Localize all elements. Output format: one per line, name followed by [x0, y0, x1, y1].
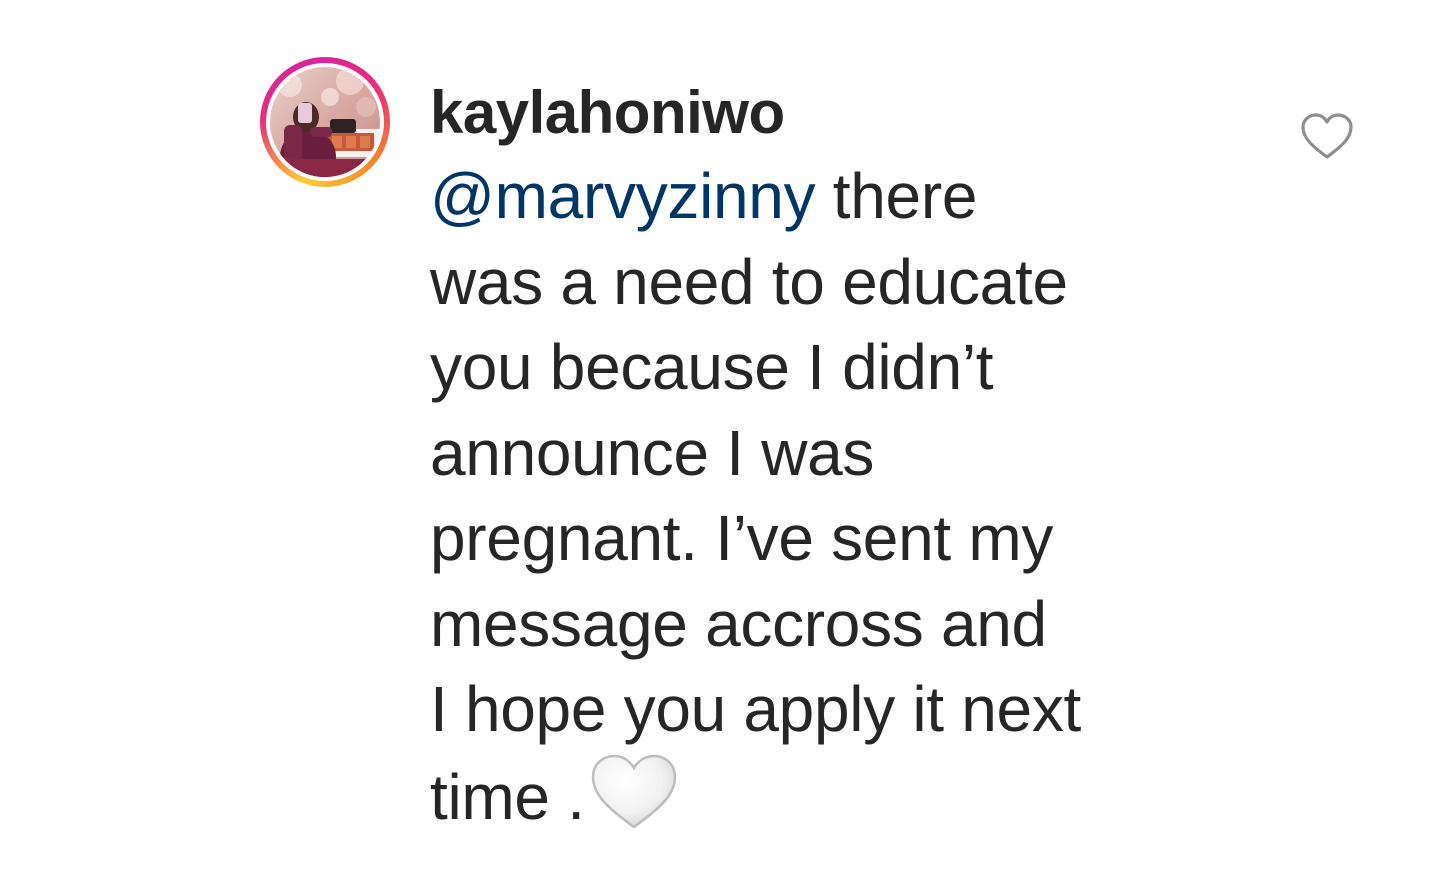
- comment-line: I hope you apply it next: [430, 673, 1082, 745]
- avatar-photo: [270, 67, 380, 177]
- comment-line: announce I was: [430, 416, 875, 489]
- comment-line: there: [815, 160, 978, 232]
- comment-text: @marvyzinny there was a need to educate yo…: [430, 154, 1220, 852]
- comment-username[interactable]: kaylahoniwo: [430, 76, 1220, 150]
- comment-mention[interactable]: @marvyzinny: [430, 160, 816, 232]
- comment-item: kaylahoniwo @marvyzinny there was a need …: [0, 0, 1440, 877]
- comment-body: kaylahoniwo @marvyzinny there was a need …: [430, 76, 1220, 852]
- like-comment-button[interactable]: [1300, 112, 1354, 162]
- comment-line: you because I didn’t: [430, 331, 994, 403]
- avatar-story-ring[interactable]: [260, 57, 390, 187]
- avatar-frame: [266, 63, 384, 181]
- heart-outline-icon: [1301, 113, 1353, 159]
- comment-line: time .: [430, 760, 585, 833]
- white-heart-emoji-icon: [589, 753, 679, 853]
- comment-line: was a need to educate: [430, 245, 1068, 318]
- avatar: [270, 67, 380, 177]
- comment-line: message accross and: [430, 587, 1047, 660]
- comment-line: pregnant. I’ve sent my: [430, 502, 1054, 574]
